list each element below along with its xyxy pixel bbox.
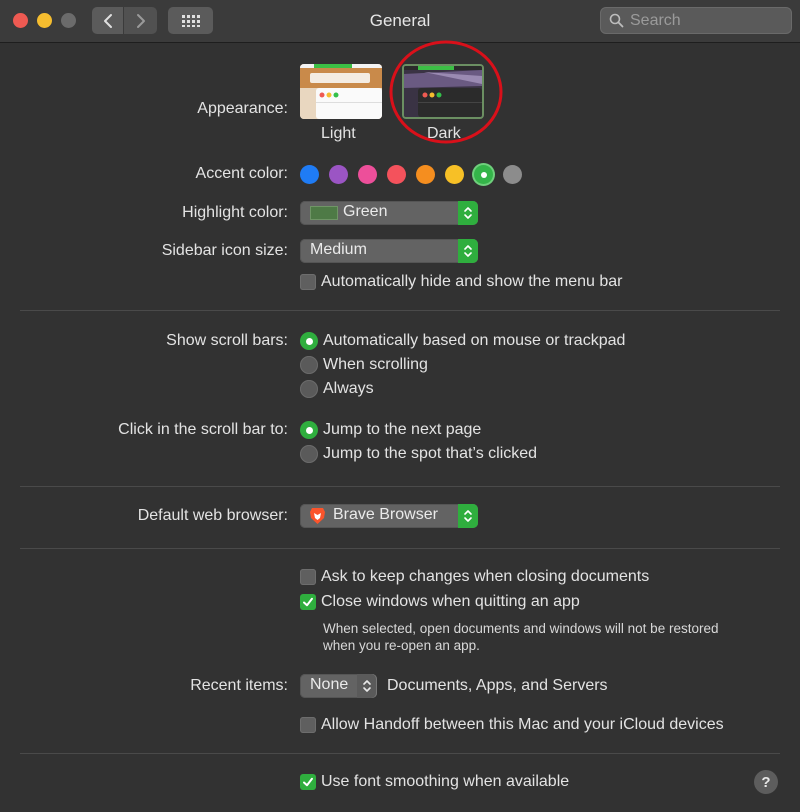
light-mode-preview-icon	[300, 64, 382, 119]
handoff-label[interactable]: Allow Handoff between this Mac and your …	[321, 716, 724, 734]
accent-color-label: Accent color:	[195, 165, 288, 182]
accent-green-swatch[interactable]	[474, 165, 493, 184]
sidebar-icon-size-value: Medium	[310, 241, 367, 258]
highlight-color-value: Green	[343, 203, 388, 220]
forward-button[interactable]	[124, 7, 157, 34]
handoff-checkbox[interactable]	[300, 717, 316, 733]
scroll-bars-auto-radio[interactable]	[300, 332, 318, 350]
chevron-right-icon	[136, 13, 145, 28]
checkmark-icon	[303, 597, 313, 607]
show-all-button[interactable]	[168, 7, 213, 34]
highlight-swatch	[310, 206, 338, 220]
selected-dot-icon	[480, 171, 487, 178]
close-windows-checkbox[interactable]	[300, 594, 316, 610]
font-smoothing-checkbox[interactable]	[300, 774, 316, 790]
help-button[interactable]: ?	[754, 770, 778, 794]
menu-bar-label[interactable]: Automatically hide and show the menu bar	[321, 273, 623, 291]
scroll-bars-scrolling-label[interactable]: When scrolling	[323, 356, 428, 374]
grid-icon	[181, 14, 200, 27]
section-divider	[20, 753, 780, 754]
highlight-color-popup[interactable]: Green	[300, 201, 478, 225]
accent-graphite-swatch[interactable]	[503, 165, 522, 184]
section-divider	[20, 486, 780, 487]
back-button[interactable]	[92, 7, 123, 34]
close-windows-note-line2: when you re-open an app.	[323, 638, 480, 653]
recent-items-suffix: Documents, Apps, and Servers	[387, 677, 608, 694]
scroll-bars-scrolling-radio[interactable]	[300, 356, 318, 374]
brave-lion-icon	[310, 508, 325, 524]
default-browser-value: Brave Browser	[333, 506, 438, 523]
scroll-bars-auto-label[interactable]: Automatically based on mouse or trackpad	[323, 332, 625, 350]
up-down-chevron-icon	[464, 245, 472, 257]
up-down-chevron-icon	[464, 510, 472, 522]
close-windows-label[interactable]: Close windows when quitting an app	[321, 593, 580, 611]
menu-bar-checkbox[interactable]	[300, 274, 316, 290]
section-divider	[20, 548, 780, 549]
default-browser-stepper[interactable]	[458, 504, 478, 528]
ask-keep-changes-label[interactable]: Ask to keep changes when closing documen…	[321, 568, 649, 586]
close-window-button[interactable]	[13, 13, 28, 28]
accent-purple-swatch[interactable]	[329, 165, 348, 184]
accent-blue-swatch[interactable]	[300, 165, 319, 184]
highlight-stepper[interactable]	[458, 201, 478, 225]
default-browser-popup[interactable]: Brave Browser	[300, 504, 478, 528]
close-windows-note-line1: When selected, open documents and window…	[323, 621, 719, 636]
chevron-left-icon	[103, 13, 112, 28]
sidebar-icon-size-label: Sidebar icon size:	[161, 242, 288, 259]
up-down-chevron-icon	[363, 680, 371, 692]
sidebar-icon-size-popup[interactable]: Medium	[300, 239, 478, 263]
search-field[interactable]	[600, 7, 792, 34]
section-divider	[20, 310, 780, 311]
minimize-window-button[interactable]	[37, 13, 52, 28]
up-down-chevron-icon	[464, 207, 472, 219]
click-scroll-next-page-label[interactable]: Jump to the next page	[323, 421, 481, 439]
search-icon	[609, 13, 624, 28]
accent-pink-swatch[interactable]	[358, 165, 377, 184]
search-input[interactable]	[628, 10, 792, 32]
zoom-window-button[interactable]	[61, 13, 76, 28]
scroll-bars-label: Show scroll bars:	[166, 332, 288, 349]
accent-red-swatch[interactable]	[387, 165, 406, 184]
highlight-circle-annotation	[389, 39, 503, 145]
accent-orange-swatch[interactable]	[416, 165, 435, 184]
default-browser-label: Default web browser:	[137, 507, 288, 524]
click-scroll-next-page-radio[interactable]	[300, 421, 318, 439]
ask-keep-changes-checkbox[interactable]	[300, 569, 316, 585]
sidebar-icon-size-stepper[interactable]	[458, 239, 478, 263]
recent-items-popup[interactable]: None	[300, 674, 377, 698]
appearance-light-label[interactable]: Light	[321, 125, 356, 143]
click-scroll-spot-radio[interactable]	[300, 445, 318, 463]
appearance-light-thumbnail[interactable]	[300, 64, 382, 119]
highlight-color-label: Highlight color:	[182, 204, 288, 221]
scroll-bars-always-radio[interactable]	[300, 380, 318, 398]
scroll-bars-always-label[interactable]: Always	[323, 380, 374, 398]
recent-items-stepper[interactable]	[357, 674, 377, 698]
recent-items-label: Recent items:	[190, 677, 288, 694]
click-scroll-label: Click in the scroll bar to:	[118, 421, 288, 438]
checkmark-icon	[303, 777, 313, 787]
click-scroll-spot-label[interactable]: Jump to the spot that’s clicked	[323, 445, 537, 463]
accent-yellow-swatch[interactable]	[445, 165, 464, 184]
recent-items-value: None	[310, 676, 349, 693]
font-smoothing-label[interactable]: Use font smoothing when available	[321, 773, 569, 791]
appearance-label: Appearance:	[197, 100, 288, 117]
